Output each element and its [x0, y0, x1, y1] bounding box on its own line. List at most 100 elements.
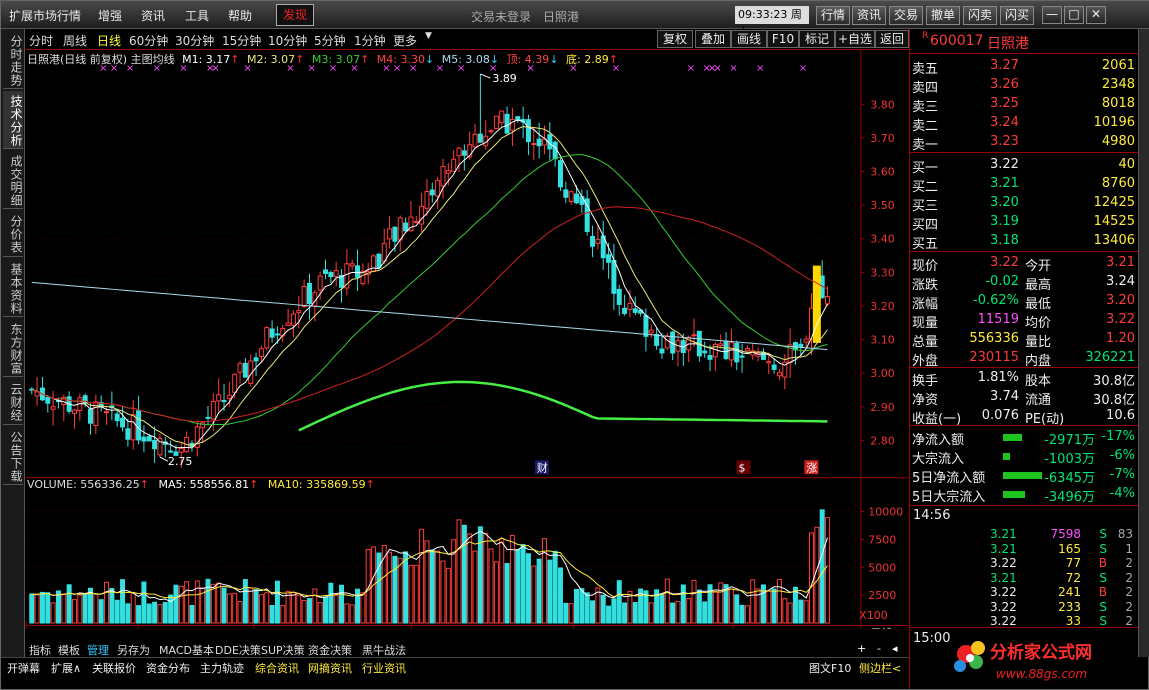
- candle-body: [296, 310, 302, 313]
- menu-tools[interactable]: 工具: [185, 7, 209, 24]
- tab-expand[interactable]: 扩展∧: [51, 660, 81, 676]
- menu-help[interactable]: 帮助: [228, 7, 252, 24]
- tab-time-share[interactable]: 分时走势: [3, 31, 23, 89]
- period-60min[interactable]: 60分钟: [129, 32, 168, 49]
- tick-price: 3.21: [990, 541, 1017, 556]
- tab-comprehensive-news[interactable]: 综合资讯: [255, 660, 299, 676]
- toolbar-flash-buy-button[interactable]: 闪买: [1000, 6, 1034, 25]
- toolbar-quotes-button[interactable]: 行情: [816, 6, 850, 25]
- tab-industry-news[interactable]: 行业资讯: [362, 660, 406, 676]
- mark-button[interactable]: 标记: [799, 30, 835, 48]
- bid-row[interactable]: 买四 3.19 14525: [910, 213, 1139, 233]
- volume-bar: [776, 579, 782, 624]
- period-10min[interactable]: 10分钟: [268, 32, 307, 49]
- ask-label: 卖三: [912, 100, 939, 115]
- kline-chart[interactable]: 3.80 3.70 3.60 3.50 3.40 3.30 3.20 3.10 3.00 2.90…: [25, 49, 909, 629]
- menu-news[interactable]: 资讯: [141, 7, 165, 24]
- candle-body: [210, 400, 216, 420]
- period-more[interactable]: 更多: [393, 32, 417, 49]
- tab-indicator[interactable]: 指标: [29, 642, 51, 658]
- menu-enhance[interactable]: 增强: [98, 7, 122, 24]
- period-daily[interactable]: 日线: [97, 32, 121, 49]
- candle-body: [237, 363, 243, 373]
- tab-sup[interactable]: SUP决策: [261, 642, 305, 658]
- tab-trade-details[interactable]: 成交明细: [3, 151, 23, 209]
- bid-row[interactable]: 买一 3.22 40: [910, 156, 1139, 176]
- volume-bar: [467, 533, 473, 624]
- close-icon[interactable]: ✕: [1086, 6, 1106, 24]
- period-5min[interactable]: 5分钟: [314, 32, 346, 49]
- ask-row[interactable]: 卖四 3.26 2348: [910, 76, 1139, 96]
- tab-danmaku[interactable]: 开弹幕: [7, 660, 40, 676]
- ask-row[interactable]: 卖二 3.24 10196: [910, 114, 1139, 134]
- bid-volume: 40: [1118, 157, 1135, 172]
- bid-row[interactable]: 买二 3.21 8760: [910, 175, 1139, 195]
- period-30min[interactable]: 30分钟: [175, 32, 214, 49]
- stat-label: 涨跌: [912, 278, 939, 293]
- toolbar-trade-button[interactable]: 交易: [889, 6, 923, 25]
- right-scrollbar[interactable]: [1138, 29, 1149, 657]
- toolbar-flash-sell-button[interactable]: 闪卖: [963, 6, 997, 25]
- draw-line-button[interactable]: 画线: [731, 30, 767, 48]
- ask-row[interactable]: 卖三 3.25 8018: [910, 95, 1139, 115]
- volume-bar: [798, 599, 804, 624]
- volume-bar: [632, 602, 638, 624]
- f10-text-button[interactable]: 图文F10: [809, 660, 851, 676]
- period-timeshare[interactable]: 分时: [29, 32, 53, 49]
- tab-related-quotes[interactable]: 关联报价: [92, 660, 136, 676]
- toolbar-news-button[interactable]: 资讯: [852, 6, 886, 25]
- kline-indicator-legend: 日照港(日线 前复权) 主图均线 M1: 3.17↑ M2: 3.07↑ M3:…: [27, 53, 618, 66]
- tab-black-bull[interactable]: 黑牛战法: [362, 642, 406, 658]
- flow-pct: -6%: [1109, 448, 1135, 463]
- volume-bar: [744, 605, 750, 624]
- bid-row[interactable]: 买三 3.20 12425: [910, 194, 1139, 214]
- tab-template[interactable]: 模板: [58, 642, 80, 658]
- candle-body: [563, 189, 569, 198]
- volume-bar: [606, 605, 612, 624]
- bid-row[interactable]: 买五 3.18 13406: [910, 232, 1139, 252]
- tab-save-as[interactable]: 另存为: [117, 642, 150, 658]
- overlay-button[interactable]: 叠加: [695, 30, 731, 48]
- f10-button[interactable]: F10: [767, 30, 799, 48]
- candle-body: [568, 191, 574, 203]
- toolbar-cancel-order-button[interactable]: 撤单: [926, 6, 960, 25]
- period-1min[interactable]: 1分钟: [354, 32, 386, 49]
- tab-main-track[interactable]: 主力轨迹: [200, 660, 244, 676]
- tab-price-table[interactable]: 分价表: [3, 211, 23, 257]
- adjust-price-button[interactable]: 复权: [657, 30, 693, 48]
- tab-fund-decision[interactable]: 资金决策: [308, 642, 352, 658]
- sidebar-toggle[interactable]: 侧边栏<: [859, 660, 901, 676]
- scroll-left-icon[interactable]: ◂: [892, 642, 898, 655]
- candle-body: [371, 255, 377, 273]
- ask-row[interactable]: 卖五 3.27 2061: [910, 57, 1139, 77]
- period-15min[interactable]: 15分钟: [222, 32, 261, 49]
- tab-announcements[interactable]: 公告下载: [3, 427, 23, 485]
- candle-body: [71, 409, 77, 414]
- add-watchlist-button[interactable]: +自选: [835, 30, 875, 48]
- minimize-icon[interactable]: —: [1042, 6, 1062, 24]
- tab-cloud-finance[interactable]: 云财经: [3, 379, 23, 425]
- tab-web-news[interactable]: 网摘资讯: [308, 660, 352, 676]
- chevron-down-icon[interactable]: ▼: [425, 31, 432, 41]
- tab-macd[interactable]: MACD基本: [159, 642, 214, 658]
- back-button[interactable]: 返回: [875, 30, 909, 48]
- period-weekly[interactable]: 周线: [63, 32, 87, 49]
- stat-value-2: 3.20: [1106, 293, 1135, 308]
- ma3-value: M3: 3.07: [311, 53, 361, 66]
- tab-dde[interactable]: DDE决策: [215, 642, 261, 658]
- zoom-in-button[interactable]: +: [857, 642, 866, 655]
- tab-eastmoney[interactable]: 东方财富: [3, 319, 23, 377]
- tab-fund-distribution[interactable]: 资金分布: [146, 660, 190, 676]
- volume-bar: [825, 517, 831, 624]
- menu-discover[interactable]: 发现: [276, 4, 314, 26]
- menu-extended-market[interactable]: 扩展市场行情: [9, 7, 81, 24]
- bid-label: 买二: [912, 180, 939, 195]
- maximize-icon[interactable]: □: [1064, 6, 1084, 24]
- tab-basic-info[interactable]: 基本资料: [3, 259, 23, 317]
- tick-count: 83: [1117, 527, 1133, 541]
- ask-row[interactable]: 卖一 3.23 4980: [910, 133, 1139, 153]
- zoom-out-button[interactable]: -: [877, 642, 881, 655]
- stat-value-2: 326221: [1085, 350, 1135, 365]
- tab-technical-analysis[interactable]: 技术分析: [3, 91, 23, 149]
- tab-manage[interactable]: 管理: [87, 642, 109, 658]
